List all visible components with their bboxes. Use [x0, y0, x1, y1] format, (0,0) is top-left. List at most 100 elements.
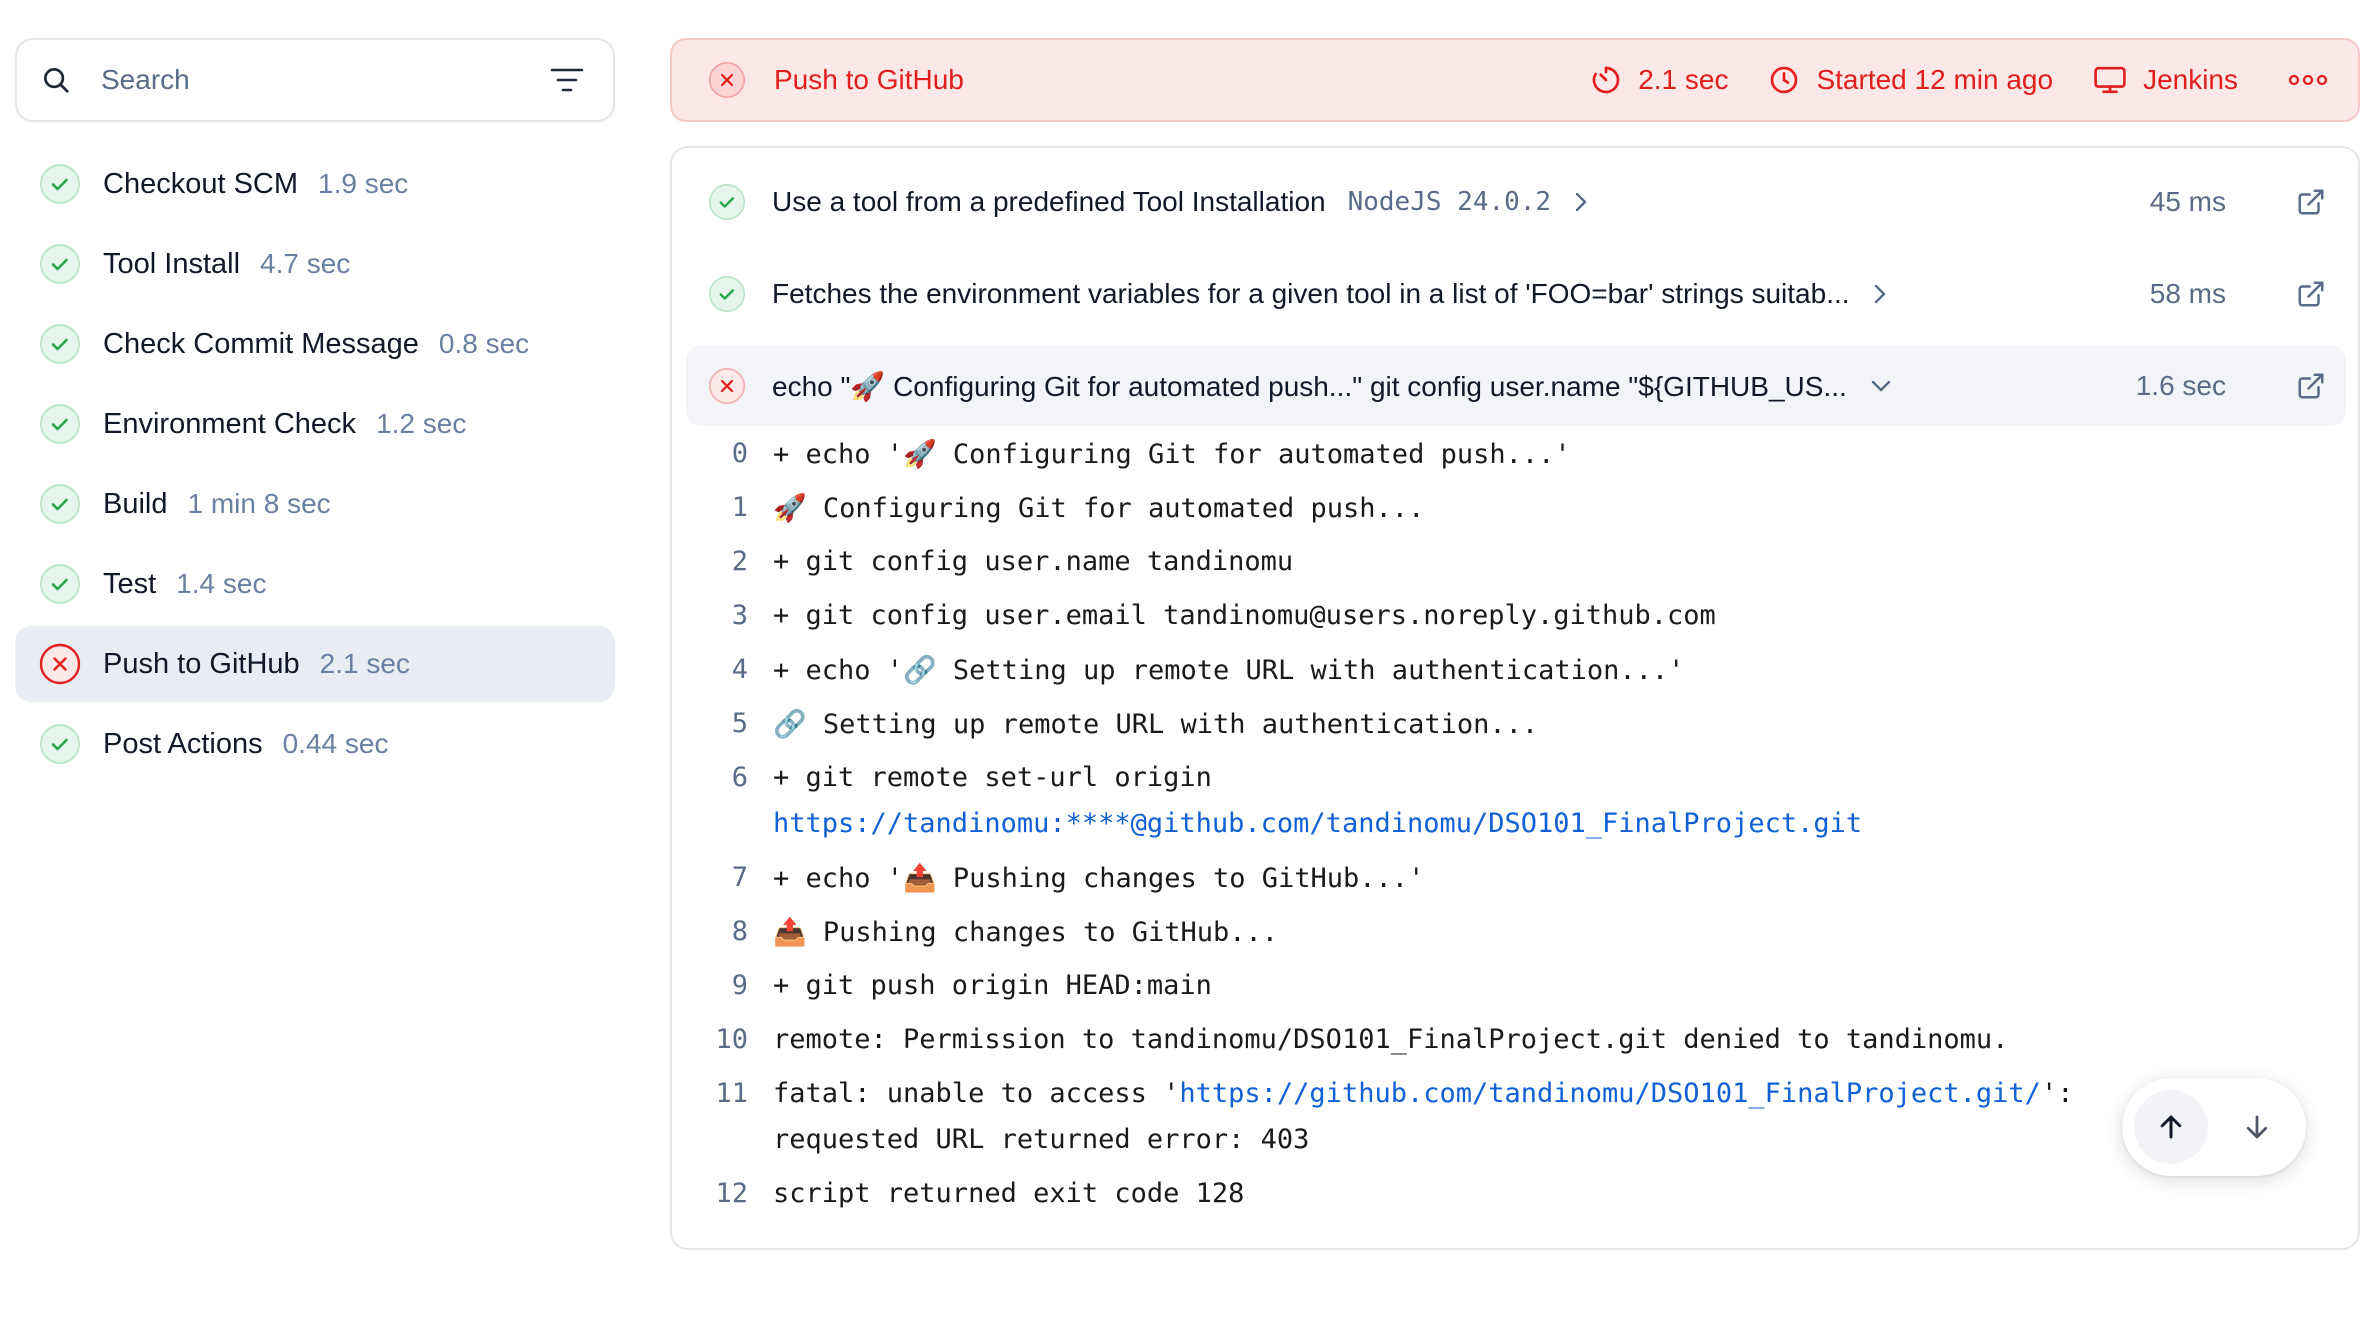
line-number[interactable]: 7	[692, 862, 748, 893]
stage-name: Checkout SCM	[103, 167, 299, 200]
log-link[interactable]: https://github.com/tandinomu/DSO101_Fina…	[1179, 1078, 2041, 1109]
check-circle-icon	[40, 244, 80, 284]
search-box[interactable]: Search	[15, 38, 615, 122]
log-text: 🔗 Setting up remote URL with authenticat…	[773, 709, 1539, 740]
steps-panel: Use a tool from a predefined Tool Instal…	[670, 146, 2360, 1250]
external-link-icon[interactable]	[2296, 371, 2326, 401]
line-number[interactable]: 11	[692, 1078, 748, 1109]
step-label: echo "🚀 Configuring Git for automated pu…	[772, 370, 1847, 402]
line-number[interactable]: 0	[692, 438, 748, 469]
step-label: Use a tool from a predefined Tool Instal…	[772, 186, 1326, 217]
chevron-down-icon[interactable]	[1869, 378, 1893, 394]
stage-name: Environment Check	[103, 407, 357, 440]
line-number[interactable]: 5	[692, 708, 748, 739]
stage-title: Push to GitHub	[774, 64, 964, 95]
stage-item-build[interactable]: Build 1 min 8 sec	[15, 466, 615, 542]
line-number[interactable]: 6	[692, 762, 748, 793]
check-circle-icon	[40, 404, 80, 444]
stage-item-push-to-github[interactable]: Push to GitHub 2.1 sec	[15, 626, 615, 702]
stage-sidebar: Search Checkout SCM 1.9 sec Tool Install…	[15, 38, 615, 786]
log-text: fatal: unable to access 'https://github.…	[773, 1078, 2073, 1109]
log-text-post: ':	[2040, 1078, 2074, 1109]
line-number[interactable]: 2	[692, 546, 748, 577]
log-text: + git config user.email tandinomu@users.…	[773, 600, 1716, 631]
monitor-icon	[2094, 66, 2126, 94]
search-icon	[41, 62, 77, 98]
log-text: + git push origin HEAD:main	[773, 970, 1212, 1001]
stage-item-post-actions[interactable]: Post Actions 0.44 sec	[15, 706, 615, 782]
started-info: Started 12 min ago	[1768, 64, 2053, 96]
stage-duration: 0.44 sec	[282, 728, 389, 759]
log-text: + echo '🔗 Setting up remote URL with aut…	[773, 655, 1685, 686]
x-circle-icon	[39, 643, 81, 685]
line-number[interactable]: 4	[692, 654, 748, 685]
filter-icon[interactable]	[547, 60, 587, 100]
stage-item-environment-check[interactable]: Environment Check 1.2 sec	[15, 386, 615, 462]
clock-icon	[1771, 66, 1798, 94]
check-circle-icon	[708, 275, 746, 313]
log-link[interactable]: https://tandinomu:****@github.com/tandin…	[773, 808, 1862, 839]
line-number[interactable]: 12	[692, 1178, 748, 1209]
stage-list: Checkout SCM 1.9 sec Tool Install 4.7 se…	[15, 146, 615, 782]
arrow-up-icon	[2160, 1115, 2182, 1139]
more-icon[interactable]	[2288, 73, 2328, 87]
started-text: Started 12 min ago	[1816, 64, 2054, 95]
stage-name: Tool Install	[103, 247, 241, 280]
stage-duration: 1.9 sec	[318, 168, 409, 199]
check-circle-icon	[40, 564, 80, 604]
log-text: 🚀 Configuring Git for automated push...	[773, 493, 1425, 524]
stage-duration: 2.1 sec	[319, 648, 410, 679]
step-row[interactable]: Fetches the environment variables for a …	[686, 254, 2346, 334]
stage-duration: 4.7 sec	[260, 248, 351, 279]
step-duration: 45 ms	[2149, 186, 2226, 217]
stage-item-checkout-scm[interactable]: Checkout SCM 1.9 sec	[15, 146, 615, 222]
check-circle-icon	[40, 164, 80, 204]
agent-info[interactable]: Jenkins	[2093, 64, 2238, 96]
log-text: + git config user.name tandinomu	[773, 546, 1294, 577]
scroll-bottom-button[interactable]	[2220, 1090, 2294, 1164]
stage-duration: 0.8 sec	[438, 328, 530, 359]
line-number[interactable]: 10	[692, 1024, 748, 1055]
line-number[interactable]: 9	[692, 970, 748, 1001]
log-text-pre: fatal: unable to access '	[773, 1078, 1180, 1109]
stage-item-tool-install[interactable]: Tool Install 4.7 sec	[15, 226, 615, 302]
log-text-continued: requested URL returned error: 403	[773, 1124, 1310, 1155]
line-number[interactable]: 8	[692, 916, 748, 947]
check-circle-icon	[40, 324, 80, 364]
duration-text: 2.1 sec	[1638, 64, 1729, 95]
log-text: 📤 Pushing changes to GitHub...	[773, 917, 1279, 948]
stage-item-check-commit-message[interactable]: Check Commit Message 0.8 sec	[15, 306, 615, 382]
search-input[interactable]: Search	[101, 64, 547, 96]
chevron-right-icon[interactable]	[1872, 282, 1888, 306]
stage-duration: 1.2 sec	[376, 408, 467, 439]
stage-name: Check Commit Message	[103, 327, 419, 360]
step-tool-version: NodeJS 24.0.2	[1347, 187, 1552, 217]
stage-duration: 1.4 sec	[176, 568, 267, 599]
stage-name: Push to GitHub	[103, 647, 300, 680]
line-number[interactable]: 3	[692, 600, 748, 631]
agent-text: Jenkins	[2143, 64, 2238, 95]
step-row-expanded[interactable]: echo "🚀 Configuring Git for automated pu…	[686, 346, 2346, 426]
arrow-down-icon	[2246, 1115, 2268, 1139]
external-link-icon[interactable]	[2296, 279, 2326, 309]
check-circle-icon	[40, 484, 80, 524]
log-text: remote: Permission to tandinomu/DSO101_F…	[773, 1024, 2009, 1055]
step-duration: 1.6 sec	[2135, 370, 2226, 401]
chevron-right-icon[interactable]	[1573, 190, 1589, 214]
stage-name: Post Actions	[103, 727, 263, 760]
timer-icon	[1592, 66, 1620, 94]
scroll-top-button[interactable]	[2134, 1090, 2208, 1164]
duration-info: 2.1 sec	[1590, 64, 1728, 96]
stage-name: Test	[103, 567, 157, 600]
external-link-icon[interactable]	[2296, 187, 2326, 217]
x-circle-icon	[708, 367, 746, 405]
check-circle-icon	[708, 183, 746, 221]
x-circle-icon	[708, 61, 746, 99]
log-text: + git remote set-url origin	[773, 762, 1212, 793]
log-text: + echo '🚀 Configuring Git for automated …	[773, 439, 1571, 470]
step-row[interactable]: Use a tool from a predefined Tool Instal…	[686, 162, 2346, 242]
step-duration: 58 ms	[2149, 278, 2226, 309]
line-number[interactable]: 1	[692, 492, 748, 523]
stage-item-test[interactable]: Test 1.4 sec	[15, 546, 615, 622]
check-circle-icon	[40, 724, 80, 764]
